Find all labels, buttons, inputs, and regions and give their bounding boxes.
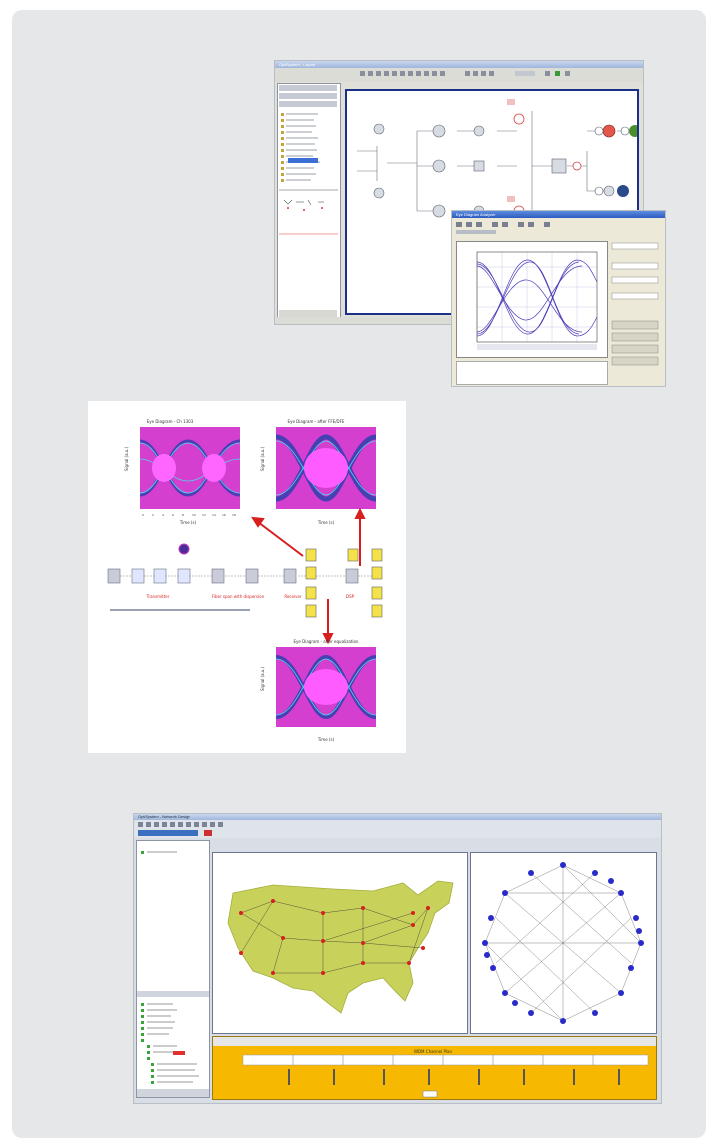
network-toolbar[interactable]	[134, 820, 661, 838]
eye-diagram-figure: Eye Diagram - Ch 1303 Time (s) Signal (a…	[88, 401, 406, 753]
svg-text:14: 14	[212, 513, 216, 517]
system-figure: Eye Diagram - Ch 1303 Time (s) Signal (a…	[107, 419, 383, 742]
toolbar-icons[interactable]	[275, 68, 643, 82]
plot3-title: Eye Diagram - after equalization	[294, 639, 359, 644]
network-window-title: OptiSystem - Network Design	[138, 814, 191, 819]
analyzer-toolbar[interactable]	[452, 218, 665, 238]
menu-toolbar[interactable]	[275, 68, 643, 82]
label-dsp: DSP	[346, 594, 355, 599]
channel-plan-panel[interactable]: WDM Channel Plan	[212, 1036, 657, 1100]
svg-text:10: 10	[192, 513, 196, 517]
svg-text:16: 16	[222, 513, 226, 517]
analyzer-title: Eye Diagram Analyzer	[456, 212, 496, 217]
plot2-title: Eye Diagram - after FFE/DFE	[288, 419, 345, 424]
channel-plan-chart[interactable]: WDM Channel Plan	[213, 1037, 656, 1099]
plot1-ylabel: Signal (a.u.)	[124, 446, 129, 471]
eye-analyzer-window: Eye Diagram Analyzer	[452, 211, 665, 386]
channel-plan-title: WDM Channel Plan	[414, 1049, 452, 1054]
eye-diagram-plot[interactable]	[457, 242, 607, 357]
svg-text:2: 2	[152, 513, 154, 517]
analyzer-bottom	[456, 361, 608, 385]
us-network-map[interactable]	[213, 853, 467, 1033]
label-receiver: Receiver	[284, 594, 302, 599]
plot1-xlabel: Time (s)	[179, 520, 197, 525]
title-bar: OptiSystem - Layout	[275, 61, 643, 68]
us-map-panel[interactable]	[212, 852, 468, 1034]
component-library-panel[interactable]	[277, 83, 341, 321]
plot2-ylabel: Signal (a.u.)	[260, 446, 265, 471]
analyzer-title-bar: Eye Diagram Analyzer	[452, 211, 665, 218]
label-transmitter: Transmitter	[146, 594, 170, 599]
circular-topology-graph[interactable]	[471, 853, 656, 1033]
label-fiber: Fiber span with dispersion	[212, 594, 265, 599]
us-map-shape	[227, 880, 454, 1014]
svg-text:18: 18	[232, 513, 236, 517]
plot1-title: Eye Diagram - Ch 1303	[147, 419, 194, 424]
svg-text:8: 8	[182, 513, 184, 517]
network-design-screenshot: OptiSystem - Network Design WDM Channel …	[134, 814, 661, 1103]
eye-plot-area[interactable]	[456, 241, 608, 358]
plot2-xlabel: Time (s)	[317, 520, 335, 525]
svg-text:6: 6	[172, 513, 174, 517]
plot3-xlabel: Time (s)	[317, 737, 335, 742]
plot3-ylabel: Signal (a.u.)	[260, 666, 265, 691]
analyzer-side-panel[interactable]	[610, 241, 662, 381]
library-tree[interactable]	[278, 84, 340, 320]
window-title: OptiSystem - Layout	[279, 62, 316, 67]
svg-text:4: 4	[162, 513, 164, 517]
background-panel: OptiSystem - Layout Eye Diagram Analyzer…	[12, 10, 706, 1138]
topology-graph-panel[interactable]	[470, 852, 657, 1034]
network-project-tree[interactable]	[136, 840, 210, 1098]
svg-text:12: 12	[202, 513, 206, 517]
svg-text:0: 0	[142, 513, 144, 517]
